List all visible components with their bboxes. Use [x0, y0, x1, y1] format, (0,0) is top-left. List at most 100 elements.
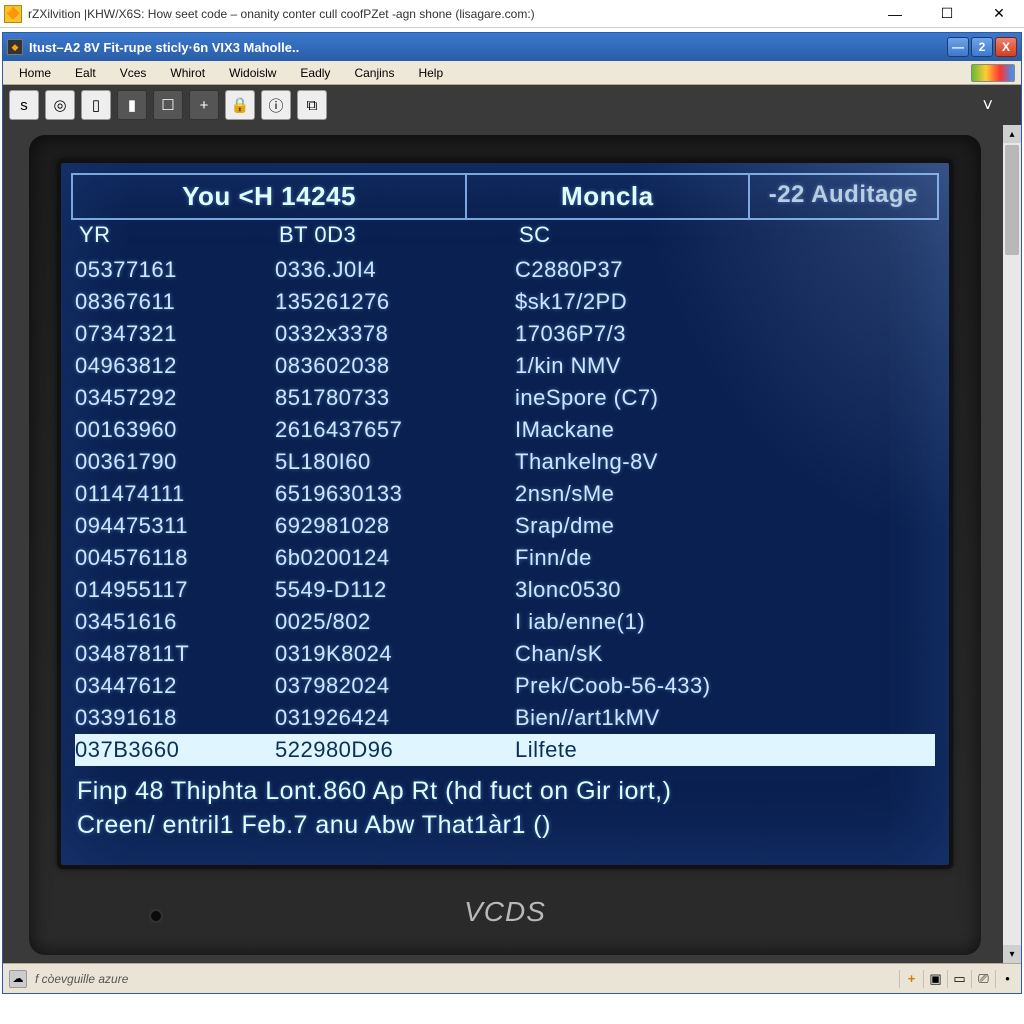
table-row[interactable]: 034516160025/802I iab/enne(1) [75, 606, 935, 638]
panel-tray-icon[interactable]: ⎚ [971, 970, 991, 988]
cell: Bien//art1kMV [515, 705, 935, 731]
cell: Thankelng-8V [515, 449, 935, 475]
info-icon[interactable]: ⓘ [261, 90, 291, 120]
menu-eadly[interactable]: Eadly [290, 64, 340, 82]
table-row[interactable]: 053771610336.J0I4C2880P37 [75, 254, 935, 286]
brand-logo-icon [971, 64, 1015, 82]
table-row[interactable]: 01147411165196301332nsn/sMe [75, 478, 935, 510]
app-titlebar: ◆ Itust–A2 8V Fit-rupe sticly·6n VIX3 Ma… [3, 33, 1021, 61]
cell: Chan/sK [515, 641, 935, 667]
copy-icon[interactable]: ⧉ [297, 90, 327, 120]
cell: $sk17/2PD [515, 289, 935, 315]
menu-canjins[interactable]: Canjins [344, 64, 404, 82]
app-restore-button[interactable]: 2 [971, 37, 993, 57]
add-icon[interactable]: + [189, 90, 219, 120]
menu-bar: HomeEaltVcesWhirotWidoislwEadlyCanjinsHe… [3, 61, 1021, 85]
vertical-scrollbar[interactable]: ▴ ▾ [1003, 125, 1021, 963]
cell: 037982024 [275, 673, 515, 699]
table-row[interactable]: 08367611135261276$sk17/2PD [75, 286, 935, 318]
menu-widoislw[interactable]: Widoislw [219, 64, 286, 82]
status-icon: ☁ [9, 970, 27, 988]
device-screen: You <H 14245 Moncla -22 Auditage YR BT 0… [57, 159, 953, 869]
cell: 004576118 [75, 545, 275, 571]
edit-icon[interactable]: ☐ [153, 90, 183, 120]
table-row[interactable]: 0149551175549-D1123lonc0530 [75, 574, 935, 606]
cell: 6519630133 [275, 481, 515, 507]
column-headers: YR BT 0D3 SC [71, 218, 939, 254]
table-row[interactable]: 094475311692981028Srap/dme [75, 510, 935, 542]
folder-tray-icon[interactable]: ▭ [947, 970, 967, 988]
monitor-brand: VCDS [464, 896, 546, 929]
status-tray: +▣▭⎚• [899, 970, 1015, 988]
table-row[interactable]: 003617905L180I60Thankelng-8V [75, 446, 935, 478]
cell: 00361790 [75, 449, 275, 475]
menu-help[interactable]: Help [408, 64, 453, 82]
globe-icon[interactable]: ◎ [45, 90, 75, 120]
add-tray-icon[interactable]: + [899, 970, 919, 988]
cell: 2616437657 [275, 417, 515, 443]
cell: 03487811T [75, 641, 275, 667]
home-icon[interactable]: s [9, 90, 39, 120]
scroll-thumb[interactable] [1005, 145, 1019, 255]
tab-main[interactable]: You <H 14245 [71, 173, 467, 218]
cell: 5L180I60 [275, 449, 515, 475]
cell: Srap/dme [515, 513, 935, 539]
cell: 08367611 [75, 289, 275, 315]
app-icon: ◆ [7, 39, 23, 55]
dot-tray-icon[interactable]: • [995, 970, 1015, 988]
scroll-up-button[interactable]: ▴ [1003, 125, 1021, 143]
tab-auditage[interactable]: -22 Auditage [750, 173, 939, 218]
cell: I iab/enne(1) [515, 609, 935, 635]
menu-home[interactable]: Home [9, 64, 61, 82]
cell: 011474111 [75, 481, 275, 507]
table-row[interactable]: 03457292851780733ineSpore (C7) [75, 382, 935, 414]
cell: 083602038 [275, 353, 515, 379]
menu-vces[interactable]: Vces [110, 64, 157, 82]
table-row[interactable]: 037B3660522980D96Lilfete [75, 734, 935, 766]
monitor-led-icon [149, 909, 163, 923]
app-title: Itust–A2 8V Fit-rupe sticly·6n VIX3 Maho… [29, 40, 947, 55]
table-row[interactable]: 03391618031926424Bien//art1kMV [75, 702, 935, 734]
maximize-button[interactable]: ☐ [926, 3, 968, 25]
menu-whirot[interactable]: Whirot [160, 64, 215, 82]
cell: 3lonc0530 [515, 577, 935, 603]
table-row[interactable]: 03487811T0319K8024Chan/sK [75, 638, 935, 670]
table-row[interactable]: 073473210332x337817036P7/3 [75, 318, 935, 350]
flag-icon[interactable]: ▯ [81, 90, 111, 120]
browser-titlebar: 🔶 rZXilvition |KHW/X6S: How seet code – … [0, 0, 1024, 28]
app-window: ◆ Itust–A2 8V Fit-rupe sticly·6n VIX3 Ma… [2, 32, 1022, 994]
cell: 03451616 [75, 609, 275, 635]
table-row[interactable]: 001639602616437657IMackane [75, 414, 935, 446]
cell: 05377161 [75, 257, 275, 283]
cell: 2nsn/sMe [515, 481, 935, 507]
cell: C2880P37 [515, 257, 935, 283]
close-button[interactable]: ✕ [978, 3, 1020, 25]
cell: 03457292 [75, 385, 275, 411]
footer-line-1: Finp 48 Thiphta Lont.860 Ap Rt (hd fuct … [77, 774, 933, 808]
browser-title: rZXilvition |KHW/X6S: How seet code – on… [28, 7, 874, 21]
camera-tray-icon[interactable]: ▣ [923, 970, 943, 988]
cell: Prek/Coob-56-433) [515, 673, 935, 699]
device-monitor: You <H 14245 Moncla -22 Auditage YR BT 0… [29, 135, 981, 955]
table-row[interactable]: 0045761186b0200124Finn/de [75, 542, 935, 574]
scroll-down-button[interactable]: ▾ [1003, 945, 1021, 963]
minimize-button[interactable]: — [874, 3, 916, 25]
device-icon[interactable]: ▮ [117, 90, 147, 120]
cell: 135261276 [275, 289, 515, 315]
menu-ealt[interactable]: Ealt [65, 64, 106, 82]
table-row[interactable]: 049638120836020381/kin NMV [75, 350, 935, 382]
data-grid: 053771610336.J0I4C2880P37083676111352612… [75, 254, 935, 766]
lock-icon[interactable]: 🔒 [225, 90, 255, 120]
status-text: f còevguille azure [35, 972, 891, 986]
cell: 522980D96 [275, 737, 515, 763]
app-minimize-button[interactable]: — [947, 37, 969, 57]
cell: 6b0200124 [275, 545, 515, 571]
tab-moncla[interactable]: Moncla [467, 173, 749, 218]
table-row[interactable]: 03447612037982024Prek/Coob-56-433) [75, 670, 935, 702]
browser-window: 🔶 rZXilvition |KHW/X6S: How seet code – … [0, 0, 1024, 1024]
cell: Lilfete [515, 737, 935, 763]
cell: 037B3660 [75, 737, 275, 763]
toolbar-overflow-button[interactable]: ˅ [982, 95, 993, 116]
app-close-button[interactable]: X [995, 37, 1017, 57]
toolbar: s◎▯▮☐+🔒ⓘ⧉ ˅ [3, 85, 1021, 125]
